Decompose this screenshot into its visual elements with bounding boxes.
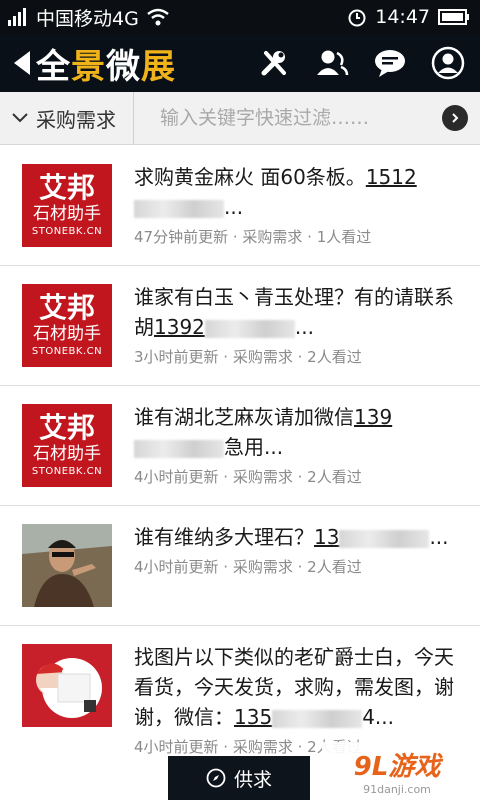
item-title: 谁家有白玉丶青玉处理？有的请联系胡1392... — [134, 285, 454, 339]
stonebk-logo: 艾邦 石材助手 STONEBK.CN — [22, 164, 112, 247]
battery-icon — [438, 9, 469, 25]
watermark-logo: 9L游戏 — [353, 752, 441, 782]
compass-icon — [206, 768, 226, 788]
supply-demand-tab[interactable]: 供求 — [168, 756, 310, 800]
tools-icon[interactable] — [256, 45, 292, 81]
item-title: 找图片以下类似的老矿爵士白，今天看货，今天发货，求购，需发图，谢谢，微信：135… — [134, 645, 454, 729]
filter-bar: 采购需求 — [0, 92, 480, 145]
item-meta: 4小时前更新 · 采购需求 · 2人看过 — [134, 468, 362, 486]
chevron-down-icon — [12, 113, 28, 123]
profile-icon[interactable] — [430, 45, 466, 81]
christmas-image — [22, 644, 112, 727]
message-icon[interactable] — [372, 45, 408, 81]
watermark: 9L游戏 91danji.com — [322, 742, 472, 800]
demand-list: 艾邦 石材助手 STONEBK.CN 求购黄金麻火 面60条板。1512... … — [0, 146, 480, 806]
search-go-icon[interactable] — [442, 105, 468, 131]
item-meta: 3小时前更新 · 采购需求 · 2人看过 — [134, 348, 362, 366]
item-title: 谁有维纳多大理石？13... — [134, 525, 449, 549]
signal-icon — [8, 8, 26, 26]
thumbnail: 艾邦 石材助手 STONEBK.CN — [22, 404, 112, 487]
status-bar: 中国移动4G 14:47 — [0, 0, 480, 34]
alarm-icon — [348, 9, 366, 27]
tab-label: 供求 — [233, 768, 272, 791]
list-item[interactable]: 艾邦 石材助手 STONEBK.CN 求购黄金麻火 面60条板。1512... … — [0, 146, 480, 266]
stonebk-logo: 艾邦 石材助手 STONEBK.CN — [22, 404, 112, 487]
app-title: 全景微展 — [36, 46, 176, 87]
watermark-url: 91danji.com — [363, 783, 431, 796]
item-title: 求购黄金麻火 面60条板。1512... — [134, 165, 417, 219]
thumbnail: 艾邦 石材助手 STONEBK.CN — [22, 284, 112, 367]
user-photo — [22, 524, 112, 607]
thumbnail — [22, 644, 112, 727]
phone-link[interactable]: 1392 — [154, 315, 295, 339]
app-header: 全景微展 — [0, 34, 480, 92]
category-dropdown[interactable]: 采购需求 — [0, 92, 134, 144]
thumbnail — [22, 524, 112, 607]
list-item[interactable]: 艾邦 石材助手 STONEBK.CN 谁有湖北芝麻灰请加微信139急用... 4… — [0, 386, 480, 506]
phone-link[interactable]: 13 — [314, 525, 430, 549]
category-label: 采购需求 — [36, 107, 116, 132]
back-icon[interactable] — [14, 51, 30, 75]
list-item[interactable]: 谁有维纳多大理石？13... 4小时前更新 · 采购需求 · 2人看过 — [0, 506, 480, 626]
contacts-icon[interactable] — [314, 45, 350, 81]
thumbnail: 艾邦 石材助手 STONEBK.CN — [22, 164, 112, 247]
list-item[interactable]: 艾邦 石材助手 STONEBK.CN 谁家有白玉丶青玉处理？有的请联系胡1392… — [0, 266, 480, 386]
item-title: 谁有湖北芝麻灰请加微信139急用... — [134, 405, 393, 459]
search-input[interactable] — [158, 106, 432, 130]
stonebk-logo: 艾邦 石材助手 STONEBK.CN — [22, 284, 112, 367]
carrier-label: 中国移动4G — [36, 7, 139, 30]
wifi-icon — [147, 8, 169, 26]
item-meta: 4小时前更新 · 采购需求 · 2人看过 — [134, 558, 362, 576]
clock-label: 14:47 — [375, 6, 430, 28]
item-meta: 47分钟前更新 · 采购需求 · 1人看过 — [134, 228, 372, 246]
phone-link[interactable]: 135 — [234, 705, 363, 729]
